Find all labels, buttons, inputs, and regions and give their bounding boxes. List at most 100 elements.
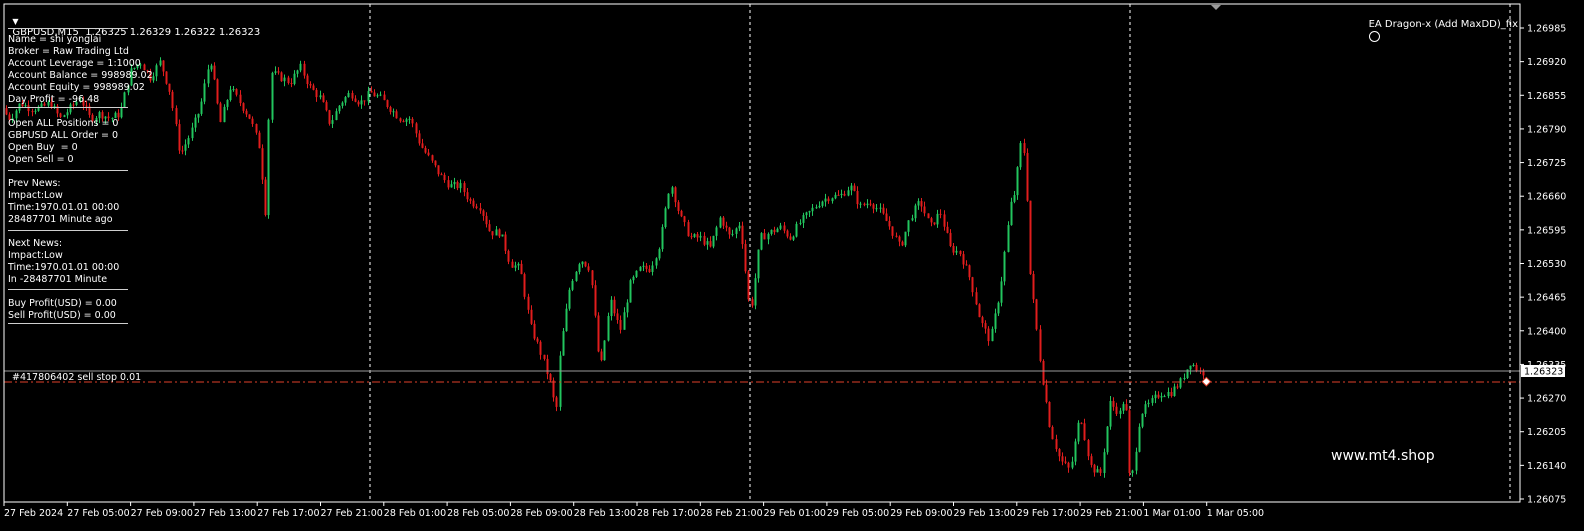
candle-body xyxy=(341,102,344,106)
candle-body xyxy=(1170,392,1173,396)
candle-body xyxy=(479,208,482,211)
candle-body xyxy=(207,69,210,84)
info-line: Open Sell = 0 xyxy=(8,154,74,165)
candle-body xyxy=(283,77,286,82)
candle-body xyxy=(203,83,206,102)
candle-body xyxy=(875,208,878,210)
plot-frame xyxy=(3,3,1521,503)
candle-body xyxy=(223,106,226,123)
x-tick-label: 27 Feb 13:00 xyxy=(194,508,256,519)
candle-body xyxy=(703,235,706,245)
candle-body xyxy=(991,328,994,342)
candle-body xyxy=(456,182,459,189)
candle-body xyxy=(687,222,690,237)
x-tick-label: 29 Feb 01:00 xyxy=(764,508,826,519)
candle-body xyxy=(719,217,722,228)
candle-body xyxy=(296,70,299,74)
y-tick-label: 1.26270 xyxy=(1527,394,1566,405)
candle-body xyxy=(1019,143,1022,168)
candle-body xyxy=(530,309,533,324)
candle-body xyxy=(1115,406,1118,414)
candle-body xyxy=(399,118,402,122)
candle-body xyxy=(904,231,907,246)
candle-body xyxy=(1192,365,1195,366)
candle-body xyxy=(466,192,469,200)
candle-body xyxy=(613,299,616,314)
candle-body xyxy=(370,91,373,93)
candle-body xyxy=(1055,439,1058,450)
candle-body xyxy=(453,182,456,185)
candle-body xyxy=(1039,329,1042,361)
x-tick-label: 28 Feb 09:00 xyxy=(510,508,572,519)
candle-body xyxy=(1000,281,1003,303)
candle-body xyxy=(495,229,498,236)
x-tick-label: 28 Feb 13:00 xyxy=(574,508,636,519)
candle-body xyxy=(431,155,434,161)
candle-body xyxy=(962,254,965,265)
candle-body xyxy=(1135,451,1138,471)
candle-body xyxy=(315,89,318,98)
panel-separator xyxy=(8,107,128,108)
candle-body xyxy=(821,201,824,206)
candle-body xyxy=(591,270,594,286)
candle-body xyxy=(786,230,789,237)
candle-body xyxy=(827,198,830,202)
candle-body xyxy=(491,231,494,236)
candle-body xyxy=(175,108,178,125)
candle-body xyxy=(1160,396,1163,398)
candle-body xyxy=(559,355,562,407)
candle-body xyxy=(568,289,571,309)
order-label[interactable]: #417806402 sell stop 0.01 xyxy=(12,372,141,383)
candle-body xyxy=(475,206,478,209)
candle-body xyxy=(741,225,744,245)
candle-body xyxy=(648,268,651,272)
candle-body xyxy=(802,215,805,223)
candle-body xyxy=(783,225,786,231)
chart-shift-marker-icon[interactable] xyxy=(1211,5,1221,10)
candle-body xyxy=(850,185,853,191)
candle-body xyxy=(267,119,270,216)
y-tick-label: 1.26660 xyxy=(1527,192,1566,203)
candle-body xyxy=(165,71,168,84)
candle-body xyxy=(463,183,466,193)
candle-body xyxy=(831,198,834,202)
smiley-icon xyxy=(1368,31,1380,42)
candle-body xyxy=(536,338,539,342)
candle-body xyxy=(754,278,757,306)
candle-body xyxy=(610,299,613,316)
x-tick-label: 28 Feb 21:00 xyxy=(700,508,762,519)
candle-body xyxy=(194,117,197,128)
x-tick-label: 29 Feb 17:00 xyxy=(1017,508,1079,519)
candle-body xyxy=(811,207,814,212)
candle-body xyxy=(258,132,261,149)
candle-body xyxy=(229,89,232,100)
info-line: Account Leverage = 1:1000 xyxy=(8,58,141,69)
candle-body xyxy=(322,95,325,103)
candle-body xyxy=(891,226,894,236)
candle-body xyxy=(645,265,648,269)
info-line: Day Profit = -96.48 xyxy=(8,94,100,105)
candle-body xyxy=(1035,299,1038,330)
candle-body xyxy=(683,216,686,223)
candle-body xyxy=(1026,153,1029,201)
candle-body xyxy=(434,160,437,166)
info-line: Name = shi yonglai xyxy=(8,34,102,45)
candle-body xyxy=(587,266,590,271)
info-line: Prev News: xyxy=(8,178,61,189)
x-tick-label: 1 Mar 05:00 xyxy=(1207,508,1264,519)
candle-body xyxy=(936,213,939,225)
day-separators xyxy=(369,4,1511,502)
candle-body xyxy=(264,179,267,215)
candle-body xyxy=(277,71,280,73)
y-tick-label: 1.26075 xyxy=(1527,495,1566,506)
ea-title[interactable]: EA Dragon-x (Add MaxDD)_fix xyxy=(1362,8,1518,44)
candle-body xyxy=(594,285,597,316)
candle-body xyxy=(965,264,968,266)
candle-body xyxy=(1125,404,1128,411)
candle-body xyxy=(226,100,229,107)
chevron-down-icon[interactable]: ▼ xyxy=(12,17,18,26)
candle-body xyxy=(379,94,382,96)
x-tick-label: 27 Feb 2024 xyxy=(4,508,63,519)
candle-body xyxy=(616,313,619,320)
candle-body xyxy=(1093,464,1096,473)
